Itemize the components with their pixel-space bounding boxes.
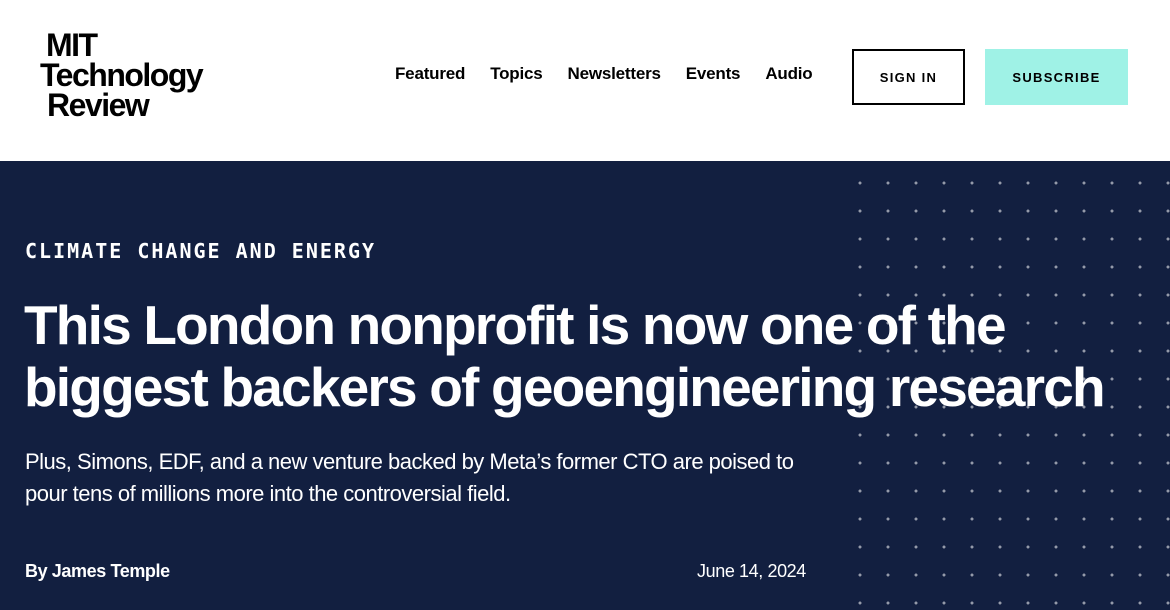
nav-topics[interactable]: Topics (490, 64, 543, 88)
sign-in-button[interactable]: SIGN IN (852, 49, 965, 105)
nav-featured[interactable]: Featured (395, 64, 465, 88)
nav-newsletters[interactable]: Newsletters (568, 64, 661, 88)
nav-audio[interactable]: Audio (765, 64, 812, 88)
logo-line-3: Review (47, 87, 150, 123)
logo-line-1: MIT (46, 27, 98, 63)
topic-kicker-link[interactable]: CLIMATE CHANGE AND ENERGY (25, 239, 376, 263)
mit-technology-review-logo[interactable]: MIT Technology Review (40, 27, 225, 126)
logo-line-2: Technology (40, 57, 204, 93)
nav-events[interactable]: Events (686, 64, 741, 88)
main-nav: Featured Topics Newsletters Events Audio (395, 64, 837, 88)
author-byline[interactable]: By James Temple (25, 561, 170, 582)
publish-date: June 14, 2024 (697, 561, 806, 581)
article-hero: CLIMATE CHANGE AND ENERGY This London no… (0, 161, 1170, 610)
article-dek: Plus, Simons, EDF, and a new venture bac… (25, 449, 794, 506)
site-header: MIT Technology Review Featured Topics Ne… (0, 0, 1170, 161)
article-headline: This London nonprofit is now one of the … (24, 294, 1106, 418)
subscribe-button[interactable]: SUBSCRIBE (985, 49, 1128, 105)
